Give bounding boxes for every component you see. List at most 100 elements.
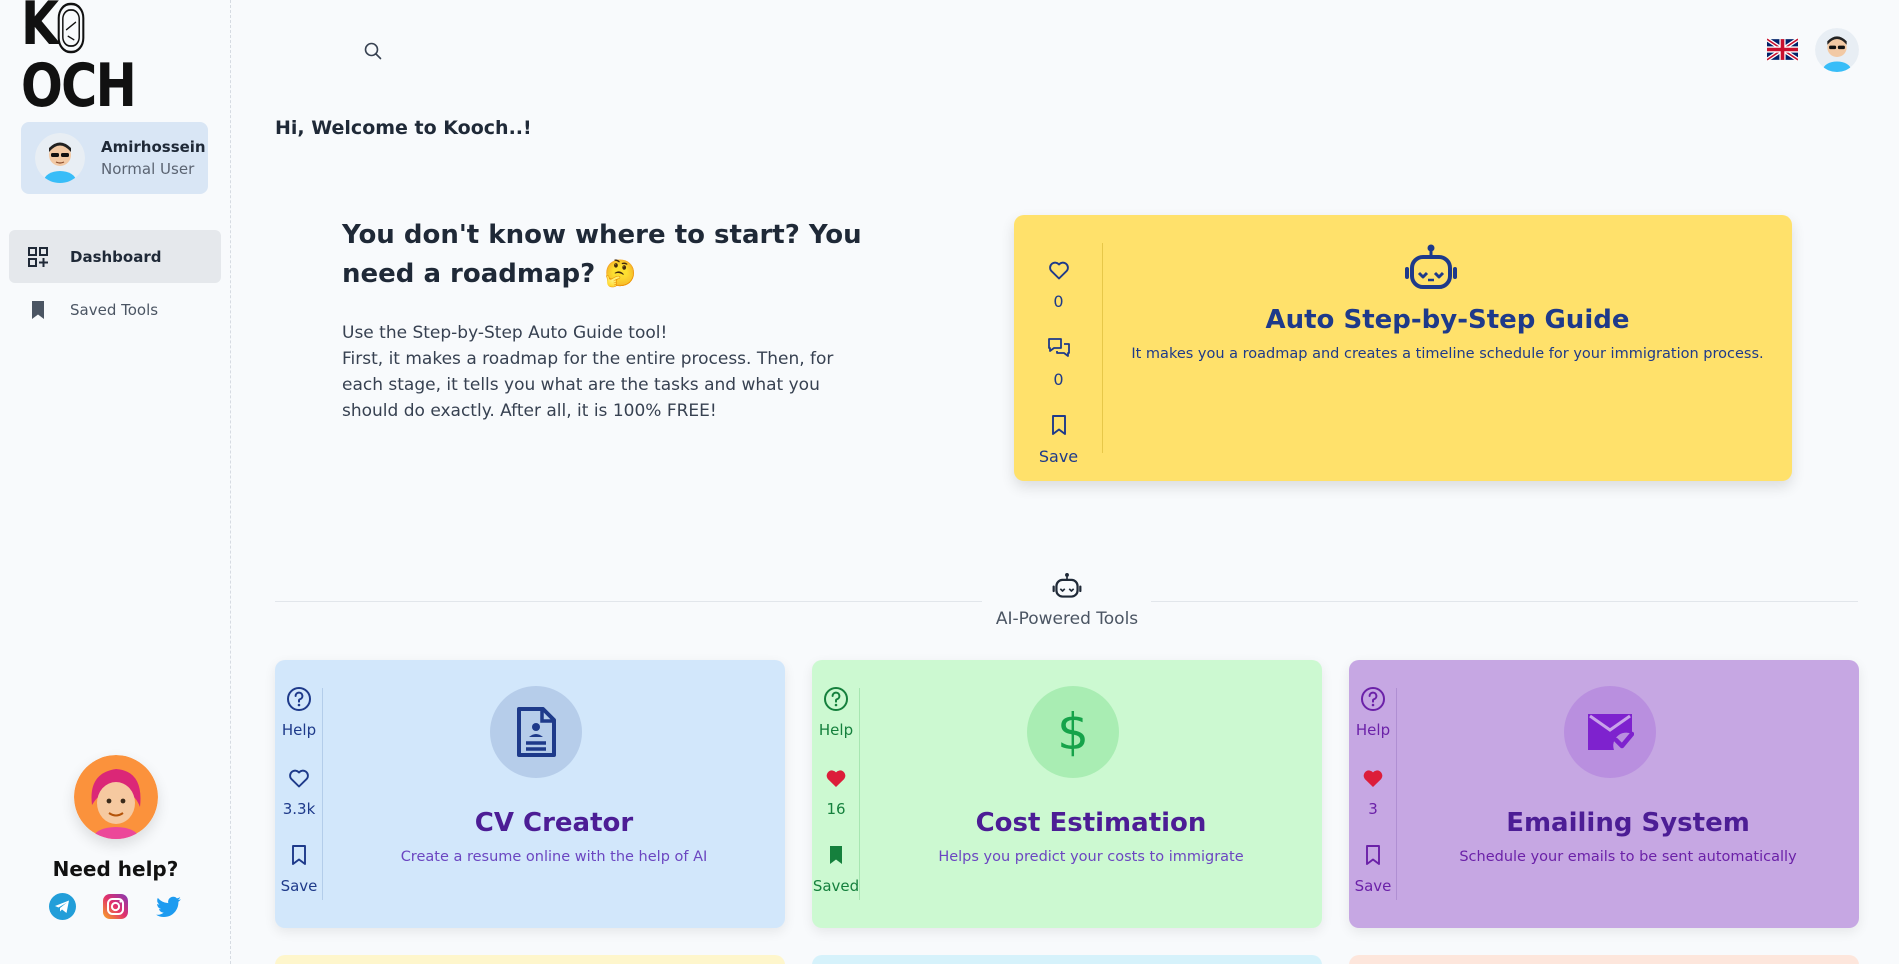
tool-save-label: Save bbox=[1354, 877, 1392, 895]
tool-help-label: Help bbox=[281, 721, 317, 739]
logo-letter-k: K bbox=[21, 0, 59, 60]
hero-intro: You don't know where to start? You need … bbox=[342, 216, 862, 424]
tool-divider bbox=[859, 688, 860, 900]
guide-like-count: 0 bbox=[1053, 292, 1064, 311]
tool-description: Schedule your emails to be sent automati… bbox=[1459, 849, 1797, 865]
heart-filled-icon bbox=[1349, 765, 1397, 791]
guide-description: It makes you a roadmap and creates a tim… bbox=[1131, 346, 1764, 362]
tool-card-next-row[interactable] bbox=[275, 955, 785, 964]
help-section: Need help? bbox=[0, 755, 231, 920]
kooch-logo[interactable]: KOCH bbox=[21, 0, 230, 116]
tool-actions: Help 16 Saved bbox=[812, 660, 860, 928]
tool-divider bbox=[322, 688, 323, 900]
tool-save-label: Saved bbox=[812, 877, 860, 895]
comments-icon bbox=[1014, 335, 1103, 361]
uk-flag-icon[interactable] bbox=[1765, 37, 1800, 62]
instagram-icon[interactable] bbox=[102, 893, 129, 920]
tool-help-button[interactable]: Help bbox=[275, 686, 323, 739]
section-divider-left bbox=[275, 601, 982, 602]
tool-help-button[interactable]: Help bbox=[1349, 686, 1397, 739]
social-links bbox=[0, 893, 231, 920]
logo-letters-och: OCH bbox=[21, 50, 137, 121]
tool-help-button[interactable]: Help bbox=[812, 686, 860, 739]
bookmark-outline-icon bbox=[1349, 842, 1397, 868]
user-avatar bbox=[35, 133, 85, 183]
tool-like-button[interactable]: 3 bbox=[1349, 765, 1397, 818]
heart-outline-icon bbox=[275, 765, 323, 791]
user-role: Normal User bbox=[101, 160, 195, 178]
tool-like-count: 3 bbox=[1368, 800, 1378, 818]
hero-description: Use the Step-by-Step Auto Guide tool! Fi… bbox=[342, 320, 862, 424]
tool-card-emailing-system[interactable]: Help 3 Save Emailing System Schedule you… bbox=[1349, 660, 1859, 928]
heart-filled-icon bbox=[812, 765, 860, 791]
bookmark-outline-icon bbox=[1014, 412, 1103, 438]
account-avatar[interactable] bbox=[1815, 28, 1859, 72]
help-circle-icon bbox=[1349, 686, 1397, 712]
help-circle-icon bbox=[275, 686, 323, 712]
guide-save-label: Save bbox=[1038, 447, 1079, 466]
tool-saved-button[interactable]: Saved bbox=[812, 842, 860, 895]
guide-actions: 0 0 Save bbox=[1014, 241, 1103, 671]
guide-save-button[interactable]: Save bbox=[1014, 412, 1103, 466]
tool-help-label: Help bbox=[1355, 721, 1391, 739]
tool-like-button[interactable]: 3.3k bbox=[275, 765, 323, 818]
bookmark-icon bbox=[27, 299, 49, 321]
auto-guide-card[interactable]: 0 0 Save Auto Step-by-Step Guide It make… bbox=[1014, 215, 1792, 481]
tool-like-count: 3.3k bbox=[282, 800, 316, 818]
sidebar-item-label: Dashboard bbox=[70, 247, 162, 266]
bookmark-filled-icon bbox=[812, 842, 860, 868]
robot-icon bbox=[1052, 572, 1082, 598]
sidebar-item-label: Saved Tools bbox=[70, 300, 159, 319]
guide-like-button[interactable]: 0 bbox=[1014, 257, 1103, 311]
tool-icon-circle bbox=[1564, 686, 1656, 778]
dollar-icon: $ bbox=[1057, 703, 1089, 761]
tool-card-cost-estimation[interactable]: Help 16 Saved $ Cost Estimation Helps yo… bbox=[812, 660, 1322, 928]
twitter-icon[interactable] bbox=[155, 893, 182, 920]
tool-divider bbox=[1396, 688, 1397, 900]
search-icon[interactable] bbox=[362, 40, 384, 62]
tool-icon-circle bbox=[490, 686, 582, 778]
guide-comment-count: 0 bbox=[1053, 370, 1064, 389]
robot-icon bbox=[1405, 244, 1457, 289]
heart-outline-icon bbox=[1014, 257, 1103, 283]
help-circle-icon bbox=[812, 686, 860, 712]
sidebar: KOCH Amirhossein Normal User Dashboard S… bbox=[0, 0, 231, 964]
section-divider-right bbox=[1151, 601, 1858, 602]
need-help-title: Need help? bbox=[52, 857, 179, 881]
welcome-heading: Hi, Welcome to Kooch..! bbox=[275, 117, 532, 139]
hero-title: You don't know where to start? You need … bbox=[342, 220, 862, 289]
logo-window-icon bbox=[57, 2, 84, 53]
tool-title: Cost Estimation bbox=[975, 808, 1207, 838]
tool-save-button[interactable]: Save bbox=[275, 842, 323, 895]
tool-title: CV Creator bbox=[474, 808, 634, 838]
tool-actions: Help 3 Save bbox=[1349, 660, 1397, 928]
telegram-icon[interactable] bbox=[49, 893, 76, 920]
dashboard-grid-icon bbox=[27, 246, 49, 268]
document-icon bbox=[517, 707, 556, 757]
bookmark-outline-icon bbox=[275, 842, 323, 868]
section-title: AI-Powered Tools bbox=[995, 609, 1139, 629]
tool-icon-circle: $ bbox=[1027, 686, 1119, 778]
tool-save-label: Save bbox=[280, 877, 318, 895]
tool-title: Emailing System bbox=[1506, 808, 1750, 838]
guide-title: Auto Step-by-Step Guide bbox=[1265, 305, 1630, 335]
email-check-icon bbox=[1588, 714, 1634, 750]
tool-like-button[interactable]: 16 bbox=[812, 765, 860, 818]
tool-save-button[interactable]: Save bbox=[1349, 842, 1397, 895]
tool-help-label: Help bbox=[818, 721, 854, 739]
sidebar-item-saved-tools[interactable]: Saved Tools bbox=[9, 283, 221, 336]
user-profile-card[interactable]: Amirhossein Normal User bbox=[21, 122, 208, 194]
support-avatar[interactable] bbox=[73, 755, 158, 839]
hero-line-2: First, it makes a roadmap for the entire… bbox=[342, 349, 834, 421]
tool-card-next-row[interactable] bbox=[812, 955, 1322, 964]
tool-description: Helps you predict your costs to immigrat… bbox=[938, 849, 1244, 865]
tool-card-next-row[interactable] bbox=[1349, 955, 1859, 964]
sidebar-item-dashboard[interactable]: Dashboard bbox=[9, 230, 221, 283]
guide-comment-button[interactable]: 0 bbox=[1014, 335, 1103, 389]
user-name: Amirhossein bbox=[101, 138, 206, 156]
tool-like-count: 16 bbox=[826, 800, 846, 818]
tool-card-cv-creator[interactable]: Help 3.3k Save CV Creator Create a resum… bbox=[275, 660, 785, 928]
tool-actions: Help 3.3k Save bbox=[275, 660, 323, 928]
hero-line-1: Use the Step-by-Step Auto Guide tool! bbox=[342, 323, 668, 343]
tool-description: Create a resume online with the help of … bbox=[400, 849, 708, 865]
